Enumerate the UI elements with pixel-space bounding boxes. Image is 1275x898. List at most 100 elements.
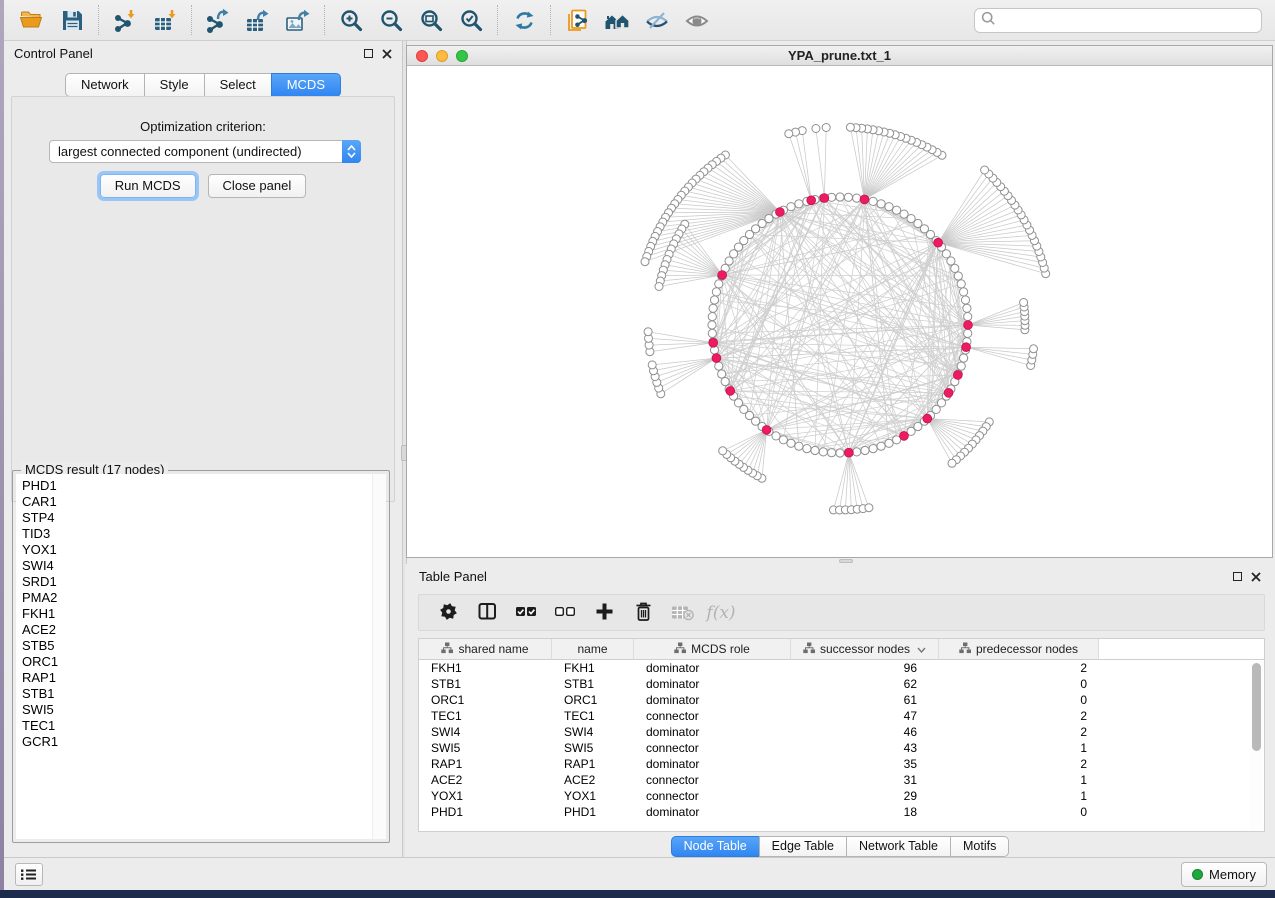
cell-shared-name: SWI5	[419, 740, 552, 756]
list-item[interactable]: SWI4	[16, 558, 386, 574]
column-header-predecessor-nodes[interactable]: predecessor nodes	[939, 639, 1099, 660]
list-item[interactable]: STP4	[16, 510, 386, 526]
network-window-titlebar[interactable]: YPA_prune.txt_1	[407, 46, 1272, 66]
unselect-all-checkboxes-button[interactable]	[554, 602, 576, 624]
splitter-grip[interactable]	[839, 559, 853, 563]
list-item[interactable]: ORC1	[16, 654, 386, 670]
zoom-in-button[interactable]	[331, 3, 371, 37]
export-network-button[interactable]	[198, 3, 238, 37]
list-item[interactable]: YOX1	[16, 542, 386, 558]
column-header-MCDS-role[interactable]: MCDS role	[634, 639, 791, 660]
close-panel-icon[interactable]	[382, 49, 392, 59]
cell-predecessor-nodes: 2	[939, 708, 1099, 724]
search-box	[974, 8, 1262, 33]
zoom-fit-button[interactable]	[411, 3, 451, 37]
memory-status-icon	[1192, 869, 1203, 880]
column-header-successor-nodes[interactable]: successor nodes	[791, 639, 939, 660]
table-row[interactable]: TEC1TEC1connector472	[419, 708, 1264, 724]
cell-shared-name: RAP1	[419, 756, 552, 772]
zoom-selected-button[interactable]	[451, 3, 491, 37]
list-item[interactable]: ACE2	[16, 622, 386, 638]
export-image-button[interactable]	[278, 3, 318, 37]
list-item[interactable]: GCR1	[16, 734, 386, 750]
table-row[interactable]: ACE2ACE2connector311	[419, 772, 1264, 788]
tab-style[interactable]: Style	[144, 73, 205, 97]
import-table-button[interactable]	[145, 3, 185, 37]
import-table-icon	[152, 8, 178, 33]
refresh-layout-button[interactable]	[504, 3, 544, 37]
split-panel-button[interactable]	[476, 602, 498, 624]
criterion-dropdown[interactable]: largest connected component (undirected)	[49, 140, 361, 163]
tab-node-table[interactable]: Node Table	[671, 836, 760, 857]
cell-successor-nodes: 35	[791, 756, 939, 772]
run-mcds-button[interactable]: Run MCDS	[100, 174, 196, 198]
tab-mcds[interactable]: MCDS	[271, 73, 341, 97]
zoom-out-button[interactable]	[371, 3, 411, 37]
table-row[interactable]: YOX1YOX1connector291	[419, 788, 1264, 804]
table-row[interactable]: STB1STB1dominator620	[419, 676, 1264, 692]
tab-motifs[interactable]: Motifs	[950, 836, 1009, 857]
cytoscape-window: Control Panel NetworkStyleSelectMCDS Opt…	[4, 0, 1275, 890]
mcds-list-scrollbar[interactable]	[372, 474, 386, 839]
close-panel-button[interactable]: Close panel	[208, 174, 307, 198]
export-table-button[interactable]	[238, 3, 278, 37]
column-header-shared-name[interactable]: shared name	[419, 639, 552, 660]
table-row[interactable]: FKH1FKH1dominator962	[419, 660, 1264, 676]
table-row[interactable]: ORC1ORC1dominator610	[419, 692, 1264, 708]
cell-predecessor-nodes: 1	[939, 740, 1099, 756]
list-item[interactable]: RAP1	[16, 670, 386, 686]
float-panel-icon[interactable]	[364, 49, 373, 58]
cell-name: ORC1	[552, 692, 634, 708]
tab-network-table[interactable]: Network Table	[846, 836, 951, 857]
hide-graphics-details-button[interactable]	[637, 3, 677, 37]
scrollbar-thumb[interactable]	[1252, 663, 1261, 751]
list-item[interactable]: PHD1	[16, 478, 386, 494]
list-item[interactable]: STB5	[16, 638, 386, 654]
add-row-button[interactable]	[593, 602, 615, 624]
network-canvas[interactable]	[407, 67, 1272, 557]
list-item[interactable]: FKH1	[16, 606, 386, 622]
task-history-button[interactable]	[15, 863, 43, 886]
select-all-checkboxes-button[interactable]	[515, 602, 537, 624]
table-row[interactable]: SWI5SWI5connector431	[419, 740, 1264, 756]
list-item[interactable]: SRD1	[16, 574, 386, 590]
cell-shared-name: PHD1	[419, 804, 552, 820]
close-panel-icon[interactable]	[1251, 572, 1261, 582]
save-session-icon	[60, 8, 85, 33]
column-header-name[interactable]: name	[552, 639, 634, 660]
network-overview-button[interactable]	[597, 3, 637, 37]
list-item[interactable]: SWI5	[16, 702, 386, 718]
search-input[interactable]	[996, 11, 1261, 31]
float-panel-icon[interactable]	[1233, 572, 1242, 581]
tab-network[interactable]: Network	[65, 73, 145, 97]
list-item[interactable]: CAR1	[16, 494, 386, 510]
network-graph[interactable]	[407, 67, 1272, 558]
table-row[interactable]: PHD1PHD1dominator180	[419, 804, 1264, 820]
cell-successor-nodes: 29	[791, 788, 939, 804]
settings-gear-button[interactable]	[437, 602, 459, 624]
open-file-button[interactable]	[12, 3, 52, 37]
show-graphics-details-button[interactable]	[677, 3, 717, 37]
cell-MCDS-role: dominator	[634, 724, 791, 740]
tree-column-icon	[803, 642, 815, 657]
import-network-button[interactable]	[105, 3, 145, 37]
tab-edge-table[interactable]: Edge Table	[759, 836, 847, 857]
cell-MCDS-role: connector	[634, 772, 791, 788]
cell-shared-name: STB1	[419, 676, 552, 692]
list-item[interactable]: PMA2	[16, 590, 386, 606]
tab-select[interactable]: Select	[204, 73, 272, 97]
list-item[interactable]: STB1	[16, 686, 386, 702]
list-item[interactable]: TEC1	[16, 718, 386, 734]
memory-button[interactable]: Memory	[1181, 862, 1267, 887]
delete-row-icon	[634, 601, 653, 625]
save-session-button[interactable]	[52, 3, 92, 37]
delete-row-button[interactable]	[632, 602, 654, 624]
table-row[interactable]: RAP1RAP1dominator352	[419, 756, 1264, 772]
list-item[interactable]: TID3	[16, 526, 386, 542]
table-row[interactable]: SWI4SWI4dominator462	[419, 724, 1264, 740]
table-header-row: shared namenameMCDS rolesuccessor nodesp…	[419, 639, 1264, 660]
share-document-button[interactable]	[557, 3, 597, 37]
unselect-all-checkboxes-icon	[554, 602, 576, 624]
mcds-result-list: PHD1CAR1STP4TID3YOX1SWI4SRD1PMA2FKH1ACE2…	[16, 474, 386, 839]
table-scrollbar[interactable]	[1250, 661, 1263, 829]
